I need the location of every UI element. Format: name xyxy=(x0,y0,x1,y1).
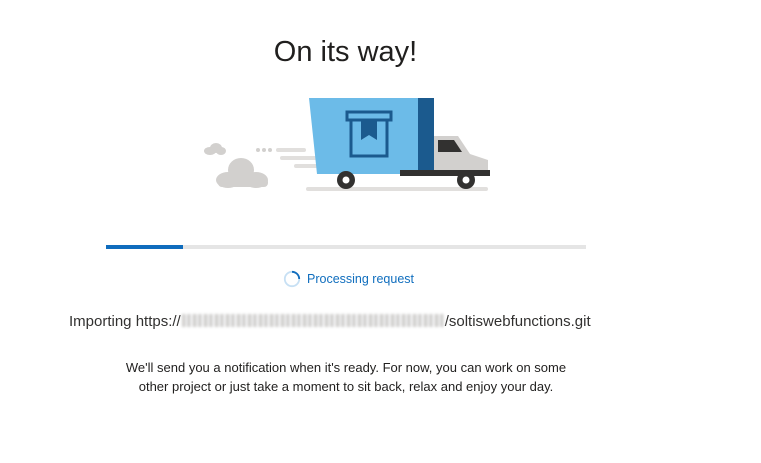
speed-lines xyxy=(256,148,320,168)
status-text: Processing request xyxy=(307,272,415,286)
progress-bar-fill xyxy=(106,245,183,249)
import-progress-page: On its way! Processing request Importing… xyxy=(0,0,761,463)
spinner-icon xyxy=(283,270,301,288)
notification-message: We'll send you a notification when it's … xyxy=(86,358,606,396)
redacted-url-segment xyxy=(181,314,444,327)
truck-cargo xyxy=(309,98,434,174)
message-line-1: We'll send you a notification when it's … xyxy=(125,360,567,375)
import-prefix: Importing https:// xyxy=(69,313,181,330)
delivery-truck-illustration xyxy=(204,98,490,191)
message-line-2: other project or just take a moment to s… xyxy=(138,379,554,394)
ground-line xyxy=(306,187,488,191)
import-suffix: /soltiswebfunctions.git xyxy=(444,313,591,330)
small-cloud-icon xyxy=(204,143,226,155)
page-title: On its way! xyxy=(273,36,418,68)
cloud-icon xyxy=(216,158,268,188)
processing-status: Processing request xyxy=(283,270,414,288)
import-url-line: Importing https:// /soltiswebfunctions.gi… xyxy=(69,313,591,330)
progress-bar xyxy=(106,245,586,249)
